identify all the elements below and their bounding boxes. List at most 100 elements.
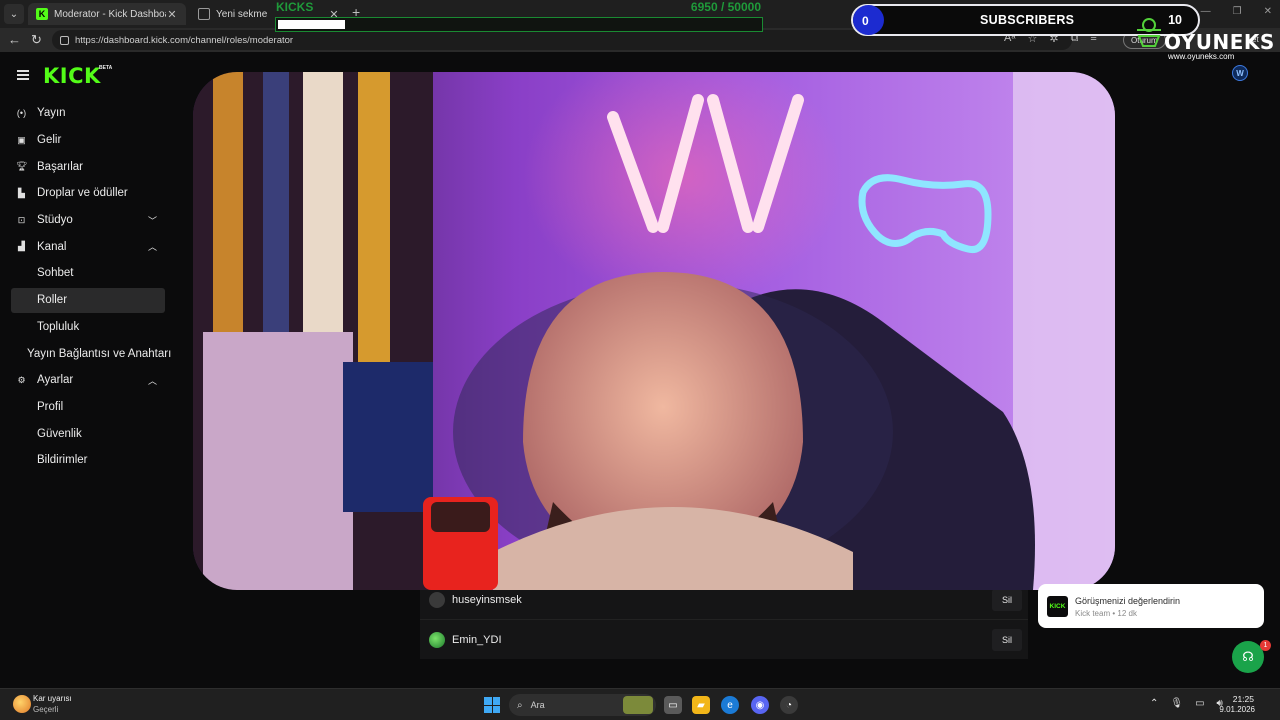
sidebar-item-guvenlik[interactable]: Güvenlik: [0, 420, 180, 447]
beta-badge: BETA: [99, 65, 113, 71]
remove-moderator-button[interactable]: Sil: [992, 628, 1022, 651]
sidebar-item-label: Güvenlik: [37, 427, 82, 440]
kick-logo-icon: KICK: [1047, 596, 1068, 617]
webcam-feed: [193, 72, 1115, 590]
channel-icon: ▟: [18, 241, 25, 252]
chevron-down-icon[interactable]: ﹀: [148, 214, 157, 227]
menu-hamburger-icon[interactable]: [17, 70, 29, 80]
search-icon: ⌕: [517, 699, 523, 711]
network-icon[interactable]: ▭: [1195, 698, 1204, 709]
toast-title: Görüşmenizi değerlendirin: [1075, 596, 1181, 606]
sidebar-item-stream-key[interactable]: Yayın Bağlantısı ve Anahtarı: [0, 340, 180, 367]
tab-label: Moderator - Kick Dashboard: [54, 8, 166, 20]
kick-favicon-icon: K: [36, 8, 48, 20]
sidebar-item-label: Kanal: [37, 240, 67, 253]
app-icon[interactable]: ◔: [780, 696, 798, 714]
reload-icon[interactable]: ↻: [31, 32, 42, 48]
sidebar-item-ayarlar[interactable]: ⚙ Ayarlar ︿: [0, 367, 180, 394]
chat-rating-toast[interactable]: KICK Görüşmenizi değerlendirin Kick team…: [1038, 584, 1264, 628]
tab-close-icon[interactable]: ✕: [166, 8, 178, 21]
studio-icon: ⊡: [17, 214, 26, 225]
sidebar-item-label: Ayarlar: [37, 374, 74, 387]
sidebar-nav: (•) Yayın ▣ Gelir 🏆︎ Başarılar ▙ Droplar…: [0, 100, 180, 474]
sidebar-item-label: Bildirimler: [37, 454, 88, 467]
new-tab-favicon-icon: [198, 8, 210, 20]
badge-count: 1: [1263, 642, 1268, 649]
drops-icon: ▙: [18, 187, 25, 198]
user-avatar[interactable]: W: [1232, 65, 1248, 81]
kicks-label: KICKS: [276, 0, 314, 14]
trophy-icon: 🏆︎: [16, 161, 28, 172]
moderator-username[interactable]: huseyinsmsek: [452, 594, 522, 606]
taskbar: Kar uyarısı Geçerli ⌕ Ara ▭ ▰ e ◉ ◔ ⌃ 🎙︎…: [0, 688, 1280, 720]
remove-label: Sil: [1001, 634, 1012, 645]
sidebar-item-label: Başarılar: [37, 160, 84, 173]
sidebar-item-label: Sohbet: [37, 267, 74, 280]
clock-time[interactable]: 21:25: [1233, 694, 1254, 704]
sidebar-item-label: Droplar ve ödüller: [37, 187, 128, 200]
file-explorer-icon[interactable]: ▰: [692, 696, 710, 714]
kicks-count: 6950 / 50000: [690, 0, 761, 14]
remove-moderator-button[interactable]: Sil: [992, 588, 1022, 611]
broadcast-icon: (•): [16, 108, 27, 119]
table-row: Emin_YDI Sil: [420, 619, 1028, 659]
sidebar-item-profil[interactable]: Profil: [0, 394, 180, 421]
kick-logo[interactable]: KICK: [43, 64, 101, 88]
discord-icon[interactable]: ◉: [751, 696, 769, 714]
task-view-icon[interactable]: ▭: [664, 696, 682, 714]
moderator-username[interactable]: Emin_YDI: [452, 634, 502, 646]
chevron-up-icon[interactable]: ︿: [148, 240, 157, 253]
sidebar-item-label: Yayın: [37, 107, 66, 120]
tab-kick-dashboard[interactable]: K Moderator - Kick Dashboard ✕: [28, 3, 186, 25]
tray-chevron-icon[interactable]: ⌃: [1150, 698, 1158, 709]
sidebar-item-basarilar[interactable]: 🏆︎ Başarılar: [0, 153, 180, 180]
subscribers-label: SUBSCRIBERS: [980, 13, 1075, 27]
weather-warning[interactable]: Kar uyarısı: [33, 694, 72, 703]
sidebar-item-bildirimler[interactable]: Bildirimler: [0, 447, 180, 474]
toast-subtitle: Kick team • 12 dk: [1075, 609, 1137, 618]
sidebar-item-label: Profil: [37, 400, 64, 413]
clock-date[interactable]: 9.01.2026: [1219, 705, 1255, 714]
avatar: [429, 591, 445, 608]
brand-name: OYUNEKS: [1164, 30, 1275, 54]
sidebar-item-yayin[interactable]: (•) Yayın: [0, 100, 180, 127]
subscribers-current: 0: [862, 14, 869, 28]
back-arrow-icon[interactable]: ←: [8, 32, 21, 47]
sponsor-logo: OYUNEKS www.oyuneks.com: [1134, 16, 1280, 64]
sidebar-item-gelir[interactable]: ▣ Gelir: [0, 127, 180, 154]
kicks-goal-overlay: KICKS 6950 / 50000: [274, 0, 764, 34]
chevron-up-icon[interactable]: ︿: [148, 374, 157, 387]
notification-badge: 1: [1260, 640, 1271, 651]
kicks-progress-fill: [278, 20, 345, 29]
revenue-icon: ▣: [17, 134, 26, 145]
gear-icon: ⚙: [17, 374, 26, 385]
sidebar-item-studyo[interactable]: ⊡ Stüdyo ﹀: [0, 207, 180, 234]
kicks-progress-track: [275, 17, 763, 32]
sidebar-item-label: Gelir: [37, 134, 62, 147]
sidebar-item-kanal[interactable]: ▟ Kanal ︿: [0, 233, 180, 260]
webcam-overlay: [193, 72, 1115, 590]
tab-list-chevron-icon[interactable]: ⌄: [4, 4, 24, 24]
headset-icon: ☊: [1242, 649, 1254, 664]
weather-icon[interactable]: [13, 695, 31, 713]
sidebar-item-topluluk[interactable]: Topluluk: [0, 314, 180, 341]
sidebar-item-label: Stüdyo: [37, 214, 73, 227]
system-tray: ⌃ 🎙︎ ▭ 🔊︎: [1150, 698, 1223, 709]
microphone-icon[interactable]: 🎙︎: [1170, 698, 1183, 709]
screen: ⌄ K Moderator - Kick Dashboard ✕ Yeni se…: [0, 0, 1280, 720]
edge-browser-icon[interactable]: e: [721, 696, 739, 714]
sidebar-item-label: Roller: [37, 294, 68, 307]
start-button[interactable]: [484, 697, 500, 713]
taskbar-search[interactable]: ⌕ Ara: [509, 694, 656, 716]
remove-label: Sil: [1001, 594, 1012, 605]
sidebar-item-sohbet[interactable]: Sohbet: [0, 260, 180, 287]
sidebar-item-label: Yayın Bağlantısı ve Anahtarı: [27, 347, 172, 360]
search-highlight-icon: [623, 696, 653, 714]
brand-url: www.oyuneks.com: [1168, 52, 1235, 61]
sidebar-item-droplar[interactable]: ▙ Droplar ve ödüller: [0, 180, 180, 207]
site-info-icon[interactable]: [60, 35, 69, 45]
avatar-letter: W: [1236, 68, 1244, 78]
search-placeholder: Ara: [530, 700, 545, 710]
sidebar-item-roller[interactable]: Roller: [0, 287, 180, 314]
mascot-icon: [1137, 18, 1161, 47]
